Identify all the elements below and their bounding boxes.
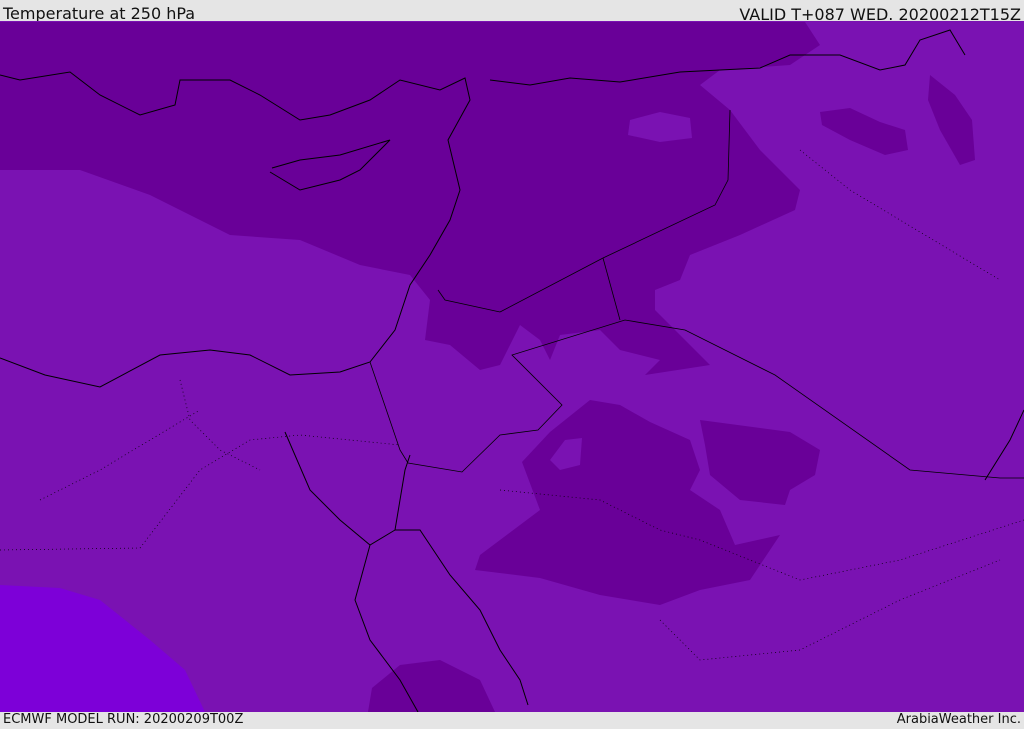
header-bar: Temperature at 250 hPa VALID T+087 WED. … [0, 0, 1024, 24]
temperature-map[interactable] [0, 21, 1024, 712]
footer-bar: ECMWF MODEL RUN: 20200209T00Z ArabiaWeat… [0, 712, 1024, 729]
credit: ArabiaWeather Inc. [896, 712, 1021, 727]
model-run: ECMWF MODEL RUN: 20200209T00Z [3, 712, 244, 727]
